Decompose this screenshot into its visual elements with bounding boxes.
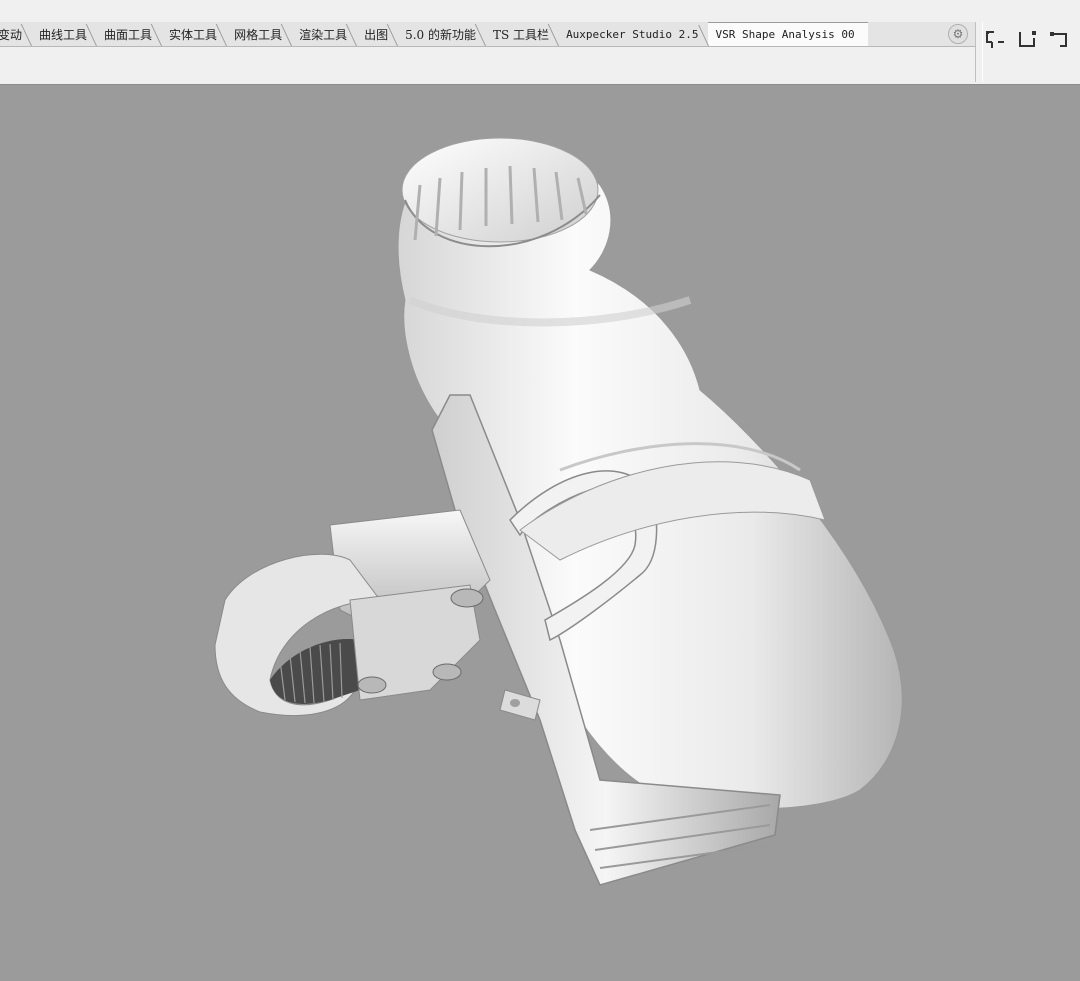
- gear-icon[interactable]: ⚙: [948, 24, 968, 44]
- 3d-viewport[interactable]: [0, 85, 1080, 977]
- polyline-mid-icon[interactable]: [1016, 28, 1040, 52]
- toolbar: 变动 曲线工具 曲面工具 实体工具 网格工具 渲染工具 出图 5.0 的新功能 …: [0, 0, 1080, 85]
- polyline-right-icon[interactable]: [1048, 28, 1072, 52]
- tab-strip: 变动 曲线工具 曲面工具 实体工具 网格工具 渲染工具 出图 5.0 的新功能 …: [0, 22, 975, 47]
- tab-auxpecker[interactable]: Auxpecker Studio 2.5: [558, 22, 711, 46]
- toolbar-icons: [984, 28, 1080, 52]
- tab-vsr-shape-analysis[interactable]: VSR Shape Analysis 00: [707, 22, 868, 46]
- toolbar-separator: [975, 22, 983, 82]
- polyline-left-icon[interactable]: [984, 28, 1008, 52]
- bottle-cage-render: [214, 137, 903, 886]
